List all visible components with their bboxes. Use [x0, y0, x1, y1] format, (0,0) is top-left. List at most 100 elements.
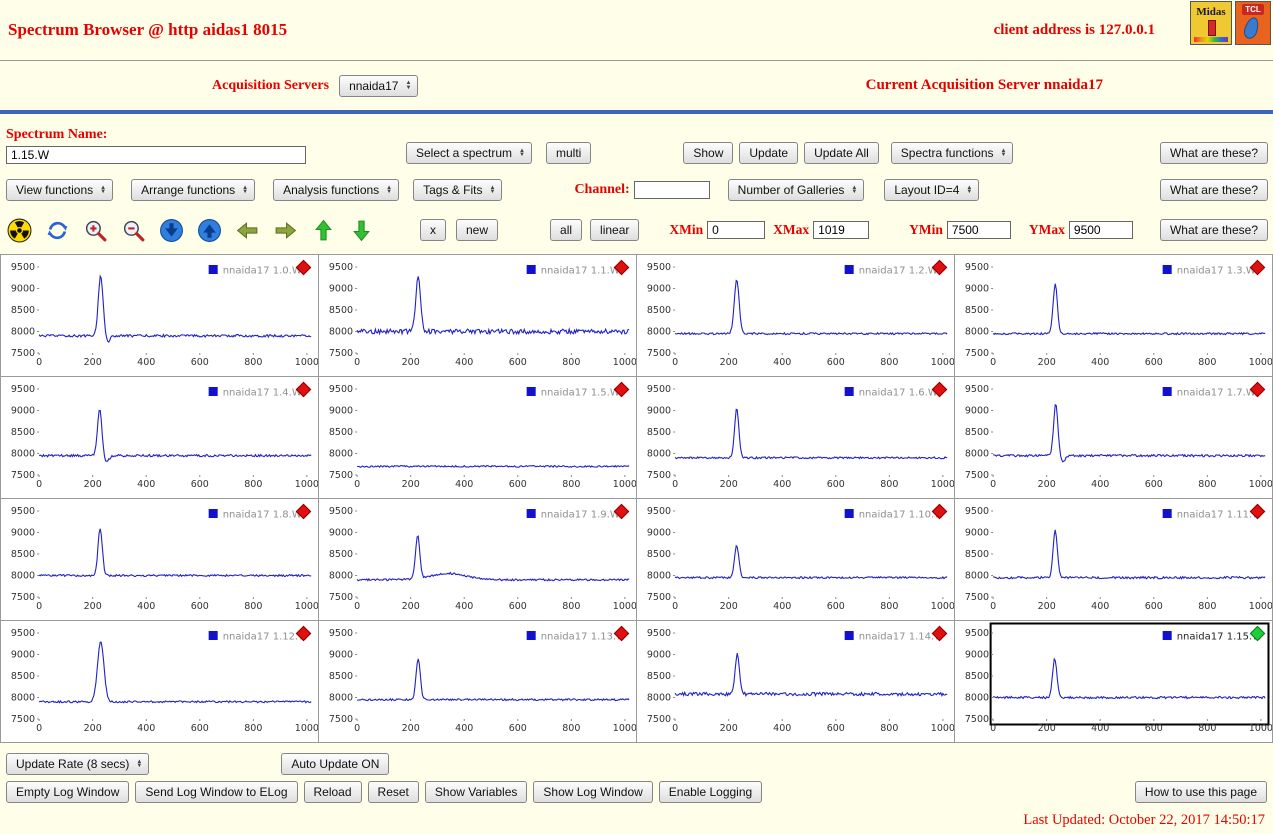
spectrum-cell[interactable]: 7500 8000 8500 9000 9500 0 200 400 600 800 1000 nna… [319, 499, 637, 621]
xmax-input[interactable] [813, 221, 870, 239]
spectrum-chart: 7500 8000 8500 9000 9500 0 200 400 600 800 1000 nna… [11, 262, 319, 368]
arrow-down-circle-icon[interactable] [159, 218, 184, 243]
analysis-functions-select[interactable]: Analysis functions ▲ ▼ [273, 179, 400, 201]
all-button[interactable]: all [550, 219, 583, 241]
send-log-to-elog-button[interactable]: Send Log Window to ELog [135, 781, 298, 803]
acquisition-row: Acquisition Servers nnaida17 ▲ ▼ Current … [0, 61, 1273, 110]
svg-text:1000: 1000 [1249, 601, 1272, 612]
empty-log-window-button[interactable]: Empty Log Window [6, 781, 130, 803]
spectrum-cell[interactable]: 7500 8000 8500 9000 9500 0 200 400 600 800 1000 nna… [1, 255, 319, 377]
svg-text:8000: 8000 [329, 449, 353, 460]
spectrum-cell[interactable]: 7500 8000 8500 9000 9500 0 200 400 600 800 1000 nna… [637, 621, 955, 743]
channel-input[interactable] [633, 181, 710, 199]
linear-button[interactable]: linear [590, 219, 640, 241]
new-button[interactable]: new [456, 219, 499, 241]
x-button[interactable]: x [420, 219, 446, 241]
what-are-these-button-2[interactable]: What are these? [1159, 179, 1268, 201]
view-functions-select[interactable]: View functions ▲ ▼ [6, 179, 114, 201]
layout-id-select[interactable]: Layout ID=4 ▲ ▼ [884, 179, 980, 201]
svg-text:9500: 9500 [329, 384, 353, 395]
spectrum-cell[interactable]: 7500 8000 8500 9000 9500 0 200 400 600 800 1000 nna… [319, 621, 637, 743]
radiation-icon[interactable] [7, 218, 32, 243]
svg-text:0: 0 [672, 601, 678, 612]
svg-text:800: 800 [1198, 601, 1216, 612]
spectrum-cell[interactable]: 7500 8000 8500 9000 9500 0 200 400 600 800 1000 nna… [1, 499, 319, 621]
svg-text:0: 0 [36, 723, 42, 734]
svg-text:9500: 9500 [11, 262, 35, 273]
what-are-these-button-3[interactable]: What are these? [1159, 219, 1268, 241]
spectrum-cell[interactable]: 7500 8000 8500 9000 9500 0 200 400 600 800 1000 nna… [319, 377, 637, 499]
spectrum-cell[interactable]: 7500 8000 8500 9000 9500 0 200 400 600 800 1000 nna… [955, 621, 1273, 743]
svg-text:8500: 8500 [11, 671, 35, 682]
select-spectrum-select[interactable]: Select a spectrum ▲ ▼ [406, 142, 532, 164]
spectrum-line [674, 652, 948, 698]
spectrum-cell[interactable]: 7500 8000 8500 9000 9500 0 200 400 600 800 1000 nna… [1, 377, 319, 499]
spectrum-cell[interactable]: 7500 8000 8500 9000 9500 0 200 400 600 800 1000 nna… [319, 255, 637, 377]
legend-label: nnaida17 1.2.W [859, 266, 938, 277]
svg-text:8000: 8000 [647, 327, 671, 338]
what-are-these-button-1[interactable]: What are these? [1159, 142, 1268, 164]
legend-label: nnaida17 1.1.W [541, 266, 620, 277]
svg-text:200: 200 [720, 357, 738, 368]
svg-text:9000: 9000 [11, 406, 35, 417]
svg-text:800: 800 [880, 723, 898, 734]
reset-button[interactable]: Reset [367, 781, 419, 803]
svg-text:9000: 9000 [329, 406, 353, 417]
spectra-functions-select[interactable]: Spectra functions ▲ ▼ [890, 142, 1014, 164]
how-to-use-button[interactable]: How to use this page [1134, 781, 1267, 803]
midas-logo[interactable]: Midas [1190, 1, 1232, 45]
update-all-button[interactable]: Update All [804, 142, 879, 164]
svg-text:7500: 7500 [11, 348, 35, 359]
ymax-input[interactable] [1068, 221, 1133, 239]
svg-text:7500: 7500 [965, 592, 989, 603]
spectrum-cell[interactable]: 7500 8000 8500 9000 9500 0 200 400 600 800 1000 nna… [955, 499, 1273, 621]
logos: Midas TCL [1190, 1, 1271, 45]
zoom-out-icon[interactable] [121, 218, 146, 243]
svg-text:7500: 7500 [965, 348, 989, 359]
reload-button[interactable]: Reload [303, 781, 362, 803]
spectrum-cell[interactable]: 7500 8000 8500 9000 9500 0 200 400 600 800 1000 nna… [637, 377, 955, 499]
spectrum-name-input[interactable] [6, 146, 306, 164]
refresh-icon[interactable] [45, 218, 70, 243]
number-of-galleries-select[interactable]: Number of Galleries ▲ ▼ [727, 179, 865, 201]
show-variables-button[interactable]: Show Variables [424, 781, 528, 803]
zoom-in-icon[interactable] [83, 218, 108, 243]
svg-text:9000: 9000 [647, 284, 671, 295]
arrow-up-circle-icon[interactable] [197, 218, 222, 243]
arrange-functions-select[interactable]: Arrange functions ▲ ▼ [131, 179, 256, 201]
multi-button[interactable]: multi [546, 142, 592, 164]
auto-update-button[interactable]: Auto Update ON [281, 753, 390, 775]
show-button[interactable]: Show [683, 142, 734, 164]
update-rate-select[interactable]: Update Rate (8 secs) ▲ ▼ [6, 753, 150, 775]
arrow-left-icon[interactable] [235, 218, 260, 243]
svg-text:400: 400 [455, 479, 473, 490]
spectrum-cell[interactable]: 7500 8000 8500 9000 9500 0 200 400 600 800 1000 nna… [1, 621, 319, 743]
tcl-logo[interactable]: TCL [1235, 1, 1271, 45]
svg-text:8500: 8500 [329, 671, 353, 682]
svg-text:9500: 9500 [329, 506, 353, 517]
arrow-up-icon[interactable] [311, 218, 336, 243]
arrow-right-icon[interactable] [273, 218, 298, 243]
spectrum-cell[interactable]: 7500 8000 8500 9000 9500 0 200 400 600 800 1000 nna… [955, 255, 1273, 377]
acquisition-server-select[interactable]: nnaida17 ▲ ▼ [339, 74, 419, 97]
svg-text:800: 800 [244, 723, 262, 734]
spectrum-chart: 7500 8000 8500 9000 9500 0 200 400 600 800 1000 nna… [329, 506, 637, 612]
spectrum-line [992, 283, 1266, 336]
tags-fits-select[interactable]: Tags & Fits ▲ ▼ [413, 179, 503, 201]
svg-text:200: 200 [84, 723, 102, 734]
spectrum-cell[interactable]: 7500 8000 8500 9000 9500 0 200 400 600 800 1000 nna… [955, 377, 1273, 499]
spectrum-line [38, 409, 312, 462]
update-button[interactable]: Update [739, 142, 799, 164]
xmin-input[interactable] [707, 221, 766, 239]
ymin-input[interactable] [946, 221, 1011, 239]
spectrum-cell[interactable]: 7500 8000 8500 9000 9500 0 200 400 600 800 1000 nna… [637, 499, 955, 621]
spectrum-cell[interactable]: 7500 8000 8500 9000 9500 0 200 400 600 800 1000 nna… [637, 255, 955, 377]
legend-swatch [844, 387, 854, 396]
arrow-down-icon[interactable] [349, 218, 374, 243]
enable-logging-button[interactable]: Enable Logging [658, 781, 763, 803]
show-log-window-button[interactable]: Show Log Window [533, 781, 653, 803]
svg-text:9000: 9000 [965, 406, 989, 417]
legend-label: nnaida17 1.7.W [1177, 388, 1256, 399]
acquisition-server-value: nnaida17 [349, 78, 399, 93]
svg-text:0: 0 [990, 723, 996, 734]
